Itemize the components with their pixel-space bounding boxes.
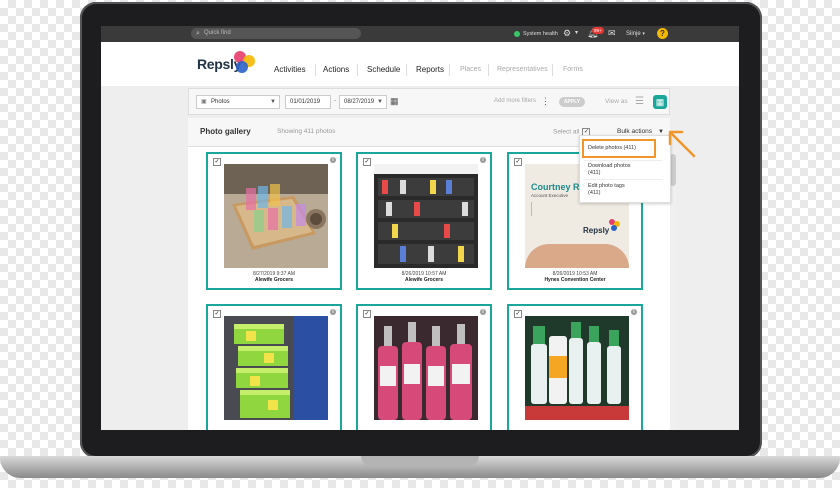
photo-thumbnail[interactable] <box>374 164 478 268</box>
cups-photo <box>224 164 328 268</box>
laptop-notch <box>361 456 479 466</box>
system-health-link[interactable]: System health <box>514 29 558 39</box>
photo-location: Alewife Grocers <box>404 277 444 283</box>
quick-find-input[interactable]: ⌕ Quick find <box>191 28 361 39</box>
chat-icon[interactable]: ✉ <box>608 28 616 39</box>
photo-checkbox[interactable]: ✓ <box>514 158 522 166</box>
photo-checkbox[interactable]: ✓ <box>363 310 371 318</box>
search-placeholder: Quick find <box>204 30 231 36</box>
hand-shape <box>525 244 629 268</box>
filter-bar: ▣ Photos ▼ 01/01/2019 - 08/27/2019 ▼ ▦ A… <box>188 88 670 115</box>
water-bottles-photo <box>525 316 629 420</box>
photo-card[interactable]: ✓ i 8/27/2019 9:37 AM Alewife Grocers <box>206 152 342 290</box>
photo-checkbox[interactable]: ✓ <box>514 310 522 318</box>
nav-schedule[interactable]: Schedule <box>367 65 400 75</box>
user-menu[interactable]: Siinje ▾ <box>626 29 645 39</box>
nav-representatives[interactable]: Representatives <box>497 65 548 75</box>
shelf-photo <box>374 164 478 268</box>
card-title: Account Executive <box>531 193 569 198</box>
nav-forms[interactable]: Forms <box>563 65 583 75</box>
bulk-actions-menu: Delete photos (411) Download photos (411)… <box>579 135 671 203</box>
bottles-photo <box>374 316 478 420</box>
chevron-down-icon[interactable]: ▾ <box>575 28 578 39</box>
photo-card[interactable]: ✓ i <box>507 304 643 430</box>
photo-thumbnail[interactable] <box>224 316 328 420</box>
apply-button[interactable]: APPLY <box>559 97 585 107</box>
download-photos-item[interactable]: Download photos (411) <box>588 163 631 176</box>
delete-photos-item[interactable]: Delete photos (411) <box>588 145 636 152</box>
photo-thumbnail[interactable] <box>525 316 629 420</box>
list-view-icon[interactable]: ☰ <box>635 97 644 107</box>
image-icon: ▣ <box>201 99 207 105</box>
info-icon[interactable]: i <box>631 309 637 315</box>
help-button[interactable]: ? <box>657 28 668 39</box>
photo-checkbox[interactable]: ✓ <box>363 158 371 166</box>
gear-icon[interactable]: ⚙ <box>563 28 571 39</box>
chevron-down-icon: ▾ <box>642 31 645 37</box>
card-brand: Repsly <box>583 226 610 235</box>
info-icon[interactable]: i <box>480 309 486 315</box>
type-select[interactable]: ▣ Photos ▼ <box>196 95 280 109</box>
info-icon[interactable]: i <box>480 157 486 163</box>
photo-card[interactable]: ✓ i 8/26/2019 10:57 AM Alewife Grocers <box>356 152 492 290</box>
photo-count: Showing 411 photos <box>277 128 336 135</box>
date-from-input[interactable]: 01/01/2019 <box>285 95 331 109</box>
chevron-down-icon: ▼ <box>377 99 383 105</box>
app-screen: ⌕ Quick find System health ⚙ ▾ 🔔︎ 99+ ✉ … <box>101 26 739 430</box>
date-to-input[interactable]: 08/27/2019 ▼ <box>339 95 387 109</box>
info-icon[interactable]: i <box>330 309 336 315</box>
logo-mark-icon <box>232 51 258 75</box>
add-more-filters-link[interactable]: Add more filters <box>494 98 536 104</box>
notification-badge: 99+ <box>592 27 604 34</box>
top-bar: ⌕ Quick find System health ⚙ ▾ 🔔︎ 99+ ✉ … <box>101 26 739 42</box>
edit-photo-tags-item[interactable]: Edit photo tags (411) <box>588 183 625 196</box>
photo-card[interactable]: ✓ i <box>206 304 342 430</box>
view-as-label: View as <box>605 98 628 105</box>
main-nav: Repsly Activities Actions Schedule Repor… <box>101 42 739 86</box>
photo-checkbox[interactable]: ✓ <box>213 158 221 166</box>
photo-thumbnail[interactable] <box>224 164 328 268</box>
logo-mark-icon <box>609 219 621 231</box>
calendar-icon[interactable]: ▦ <box>390 96 399 107</box>
photo-card[interactable]: ✓ i <box>356 304 492 430</box>
more-options-icon[interactable]: ⋮ <box>541 96 550 107</box>
search-icon: ⌕ <box>196 30 200 37</box>
photo-thumbnail[interactable] <box>374 316 478 420</box>
status-dot-icon <box>514 30 520 37</box>
info-icon[interactable]: i <box>330 157 336 163</box>
photo-location: Alewife Grocers <box>254 277 294 283</box>
nav-places[interactable]: Places <box>460 65 481 75</box>
cans-photo <box>224 316 328 420</box>
bulk-actions-button[interactable]: Bulk actions ▼ <box>617 128 664 135</box>
nav-reports[interactable]: Reports <box>416 65 444 75</box>
page-title: Photo gallery <box>200 127 251 136</box>
grid-view-icon[interactable]: ▦ <box>653 95 667 109</box>
nav-actions[interactable]: Actions <box>323 65 349 75</box>
photo-location: Hynes Convention Center <box>544 277 606 283</box>
chevron-down-icon: ▼ <box>270 99 276 105</box>
photo-checkbox[interactable]: ✓ <box>213 310 221 318</box>
nav-activities[interactable]: Activities <box>274 65 306 75</box>
callout-arrow-icon <box>668 130 696 158</box>
